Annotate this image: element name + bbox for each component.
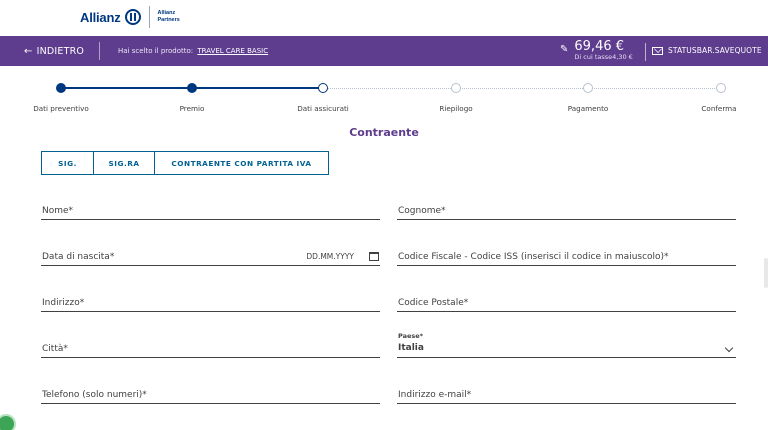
price-summary: ✎ 69,46 € Di cui tasse4,30 € <box>560 40 633 61</box>
country-value: Italia <box>398 343 424 353</box>
back-button[interactable]: ← INDIETRO <box>0 42 100 60</box>
chevron-down-icon <box>724 343 734 353</box>
address-field[interactable]: Indirizzo* <box>41 290 380 312</box>
mail-icon <box>652 46 663 55</box>
toggle-sigra[interactable]: SIG.RA <box>94 152 155 174</box>
step-label-4: Riepilogo <box>439 104 473 113</box>
email-field[interactable]: Indirizzo e-mail* <box>397 382 736 404</box>
section-title: Contraente <box>349 126 419 139</box>
site-header: Allianz Allianz Partners <box>0 0 768 36</box>
partners-logo-text: Allianz Partners <box>158 10 180 24</box>
country-select[interactable]: Paese* Italia <box>397 332 736 358</box>
step-dot-4 <box>451 83 461 93</box>
step-label-5: Pagamento <box>567 104 609 113</box>
step-dot-1 <box>56 83 66 93</box>
allianz-logo[interactable]: Allianz Allianz Partners <box>80 6 180 28</box>
save-quote-button[interactable]: STATUSBAR.SAVEQUOTE <box>652 46 762 55</box>
total-price: 69,46 € <box>574 39 625 54</box>
cognome-field[interactable]: Cognome* <box>397 198 736 220</box>
nome-placeholder: Nome* <box>42 206 74 216</box>
cognome-placeholder: Cognome* <box>398 206 446 216</box>
stepper-line-remaining <box>323 88 721 89</box>
city-placeholder: Città* <box>42 344 68 354</box>
codice-fiscale-field[interactable]: Codice Fiscale - Codice ISS (inserisci i… <box>397 244 736 266</box>
nome-field[interactable]: Nome* <box>41 198 380 220</box>
bar-divider <box>645 43 646 61</box>
product-link[interactable]: TRAVEL CARE BASIC <box>197 47 268 55</box>
chat-widget-icon[interactable] <box>0 414 16 430</box>
toggle-sig[interactable]: SIG. <box>42 152 94 174</box>
birthdate-placeholder: Data di nascita* <box>42 252 115 262</box>
logo-wordmark: Allianz <box>80 9 121 25</box>
partners-line-1: Allianz <box>157 10 176 16</box>
country-label: Paese* <box>398 332 424 340</box>
step-label-1: Dati preventivo <box>33 104 89 113</box>
email-placeholder: Indirizzo e-mail* <box>398 390 472 400</box>
step-label-6: Conferma <box>701 104 737 113</box>
toggle-partita-iva[interactable]: CONTRAENTE CON PARTITA IVA <box>155 152 328 174</box>
chosen-prefix: Hai scelto il prodotto: <box>118 47 194 55</box>
phone-placeholder: Telefono (solo numeri)* <box>42 390 147 400</box>
birthdate-field[interactable]: Data di nascita* DD.MM.YYYY <box>41 244 380 266</box>
save-quote-label: STATUSBAR.SAVEQUOTE <box>668 46 762 55</box>
postal-code-placeholder: Codice Postale* <box>398 298 469 308</box>
step-label-3: Dati assicurati <box>297 104 349 113</box>
step-dot-6 <box>716 83 726 93</box>
eagle-logo-icon <box>124 9 141 25</box>
arrow-left-icon: ← <box>24 45 33 57</box>
codice-fiscale-placeholder: Codice Fiscale - Codice ISS (inserisci i… <box>398 252 669 262</box>
progress-stepper: Dati preventivo Premio Dati assicurati R… <box>0 80 768 120</box>
step-dot-3 <box>318 83 328 93</box>
step-dot-5 <box>583 83 593 93</box>
step-label-2: Premio <box>179 104 205 113</box>
step-dot-2 <box>187 83 197 93</box>
city-field[interactable]: Città* <box>41 336 380 358</box>
pencil-icon[interactable]: ✎ <box>560 44 568 55</box>
date-format-hint: DD.MM.YYYY <box>306 252 354 261</box>
phone-field[interactable]: Telefono (solo numeri)* <box>41 382 380 404</box>
back-label: INDIETRO <box>36 45 85 57</box>
chosen-product: Hai scelto il prodotto: TRAVEL CARE BASI… <box>118 47 268 55</box>
logo-divider <box>148 6 150 28</box>
side-scroll-handle[interactable] <box>764 258 768 288</box>
tax-amount: Di cui tasse4,30 € <box>574 53 633 61</box>
postal-code-field[interactable]: Codice Postale* <box>397 290 736 312</box>
partners-line-2: Partners <box>157 17 180 23</box>
title-toggle: SIG. SIG.RA CONTRAENTE CON PARTITA IVA <box>41 151 329 175</box>
address-placeholder: Indirizzo* <box>42 298 85 308</box>
product-bar: ← INDIETRO Hai scelto il prodotto: TRAVE… <box>0 36 768 66</box>
calendar-icon[interactable] <box>369 252 379 261</box>
